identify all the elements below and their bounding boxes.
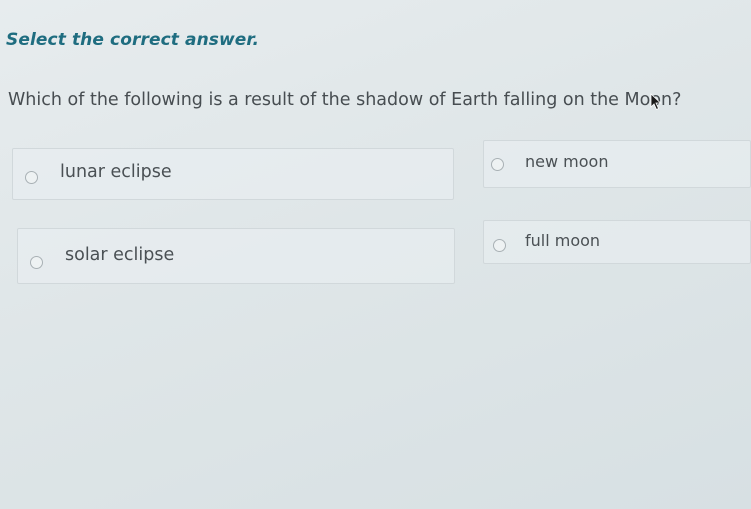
answer-option-solar-eclipse[interactable]: solar eclipse <box>17 228 455 284</box>
answer-option-label: full moon <box>525 231 601 250</box>
radio-button-icon[interactable] <box>493 239 506 252</box>
instruction-text: Select the correct answer. <box>6 30 260 50</box>
answer-option-label: solar eclipse <box>65 245 175 265</box>
radio-button-icon[interactable] <box>25 171 38 184</box>
radio-button-icon[interactable] <box>30 256 43 269</box>
answer-option-label: lunar eclipse <box>60 162 172 182</box>
answer-option-new-moon[interactable]: new moon <box>483 140 751 188</box>
answer-option-full-moon[interactable]: full moon <box>483 220 751 264</box>
mouse-pointer-icon <box>650 93 662 111</box>
radio-button-icon[interactable] <box>491 158 504 171</box>
answer-option-lunar-eclipse[interactable]: lunar eclipse <box>12 148 454 200</box>
question-text: Which of the following is a result of th… <box>8 90 682 110</box>
answer-option-label: new moon <box>525 152 609 171</box>
